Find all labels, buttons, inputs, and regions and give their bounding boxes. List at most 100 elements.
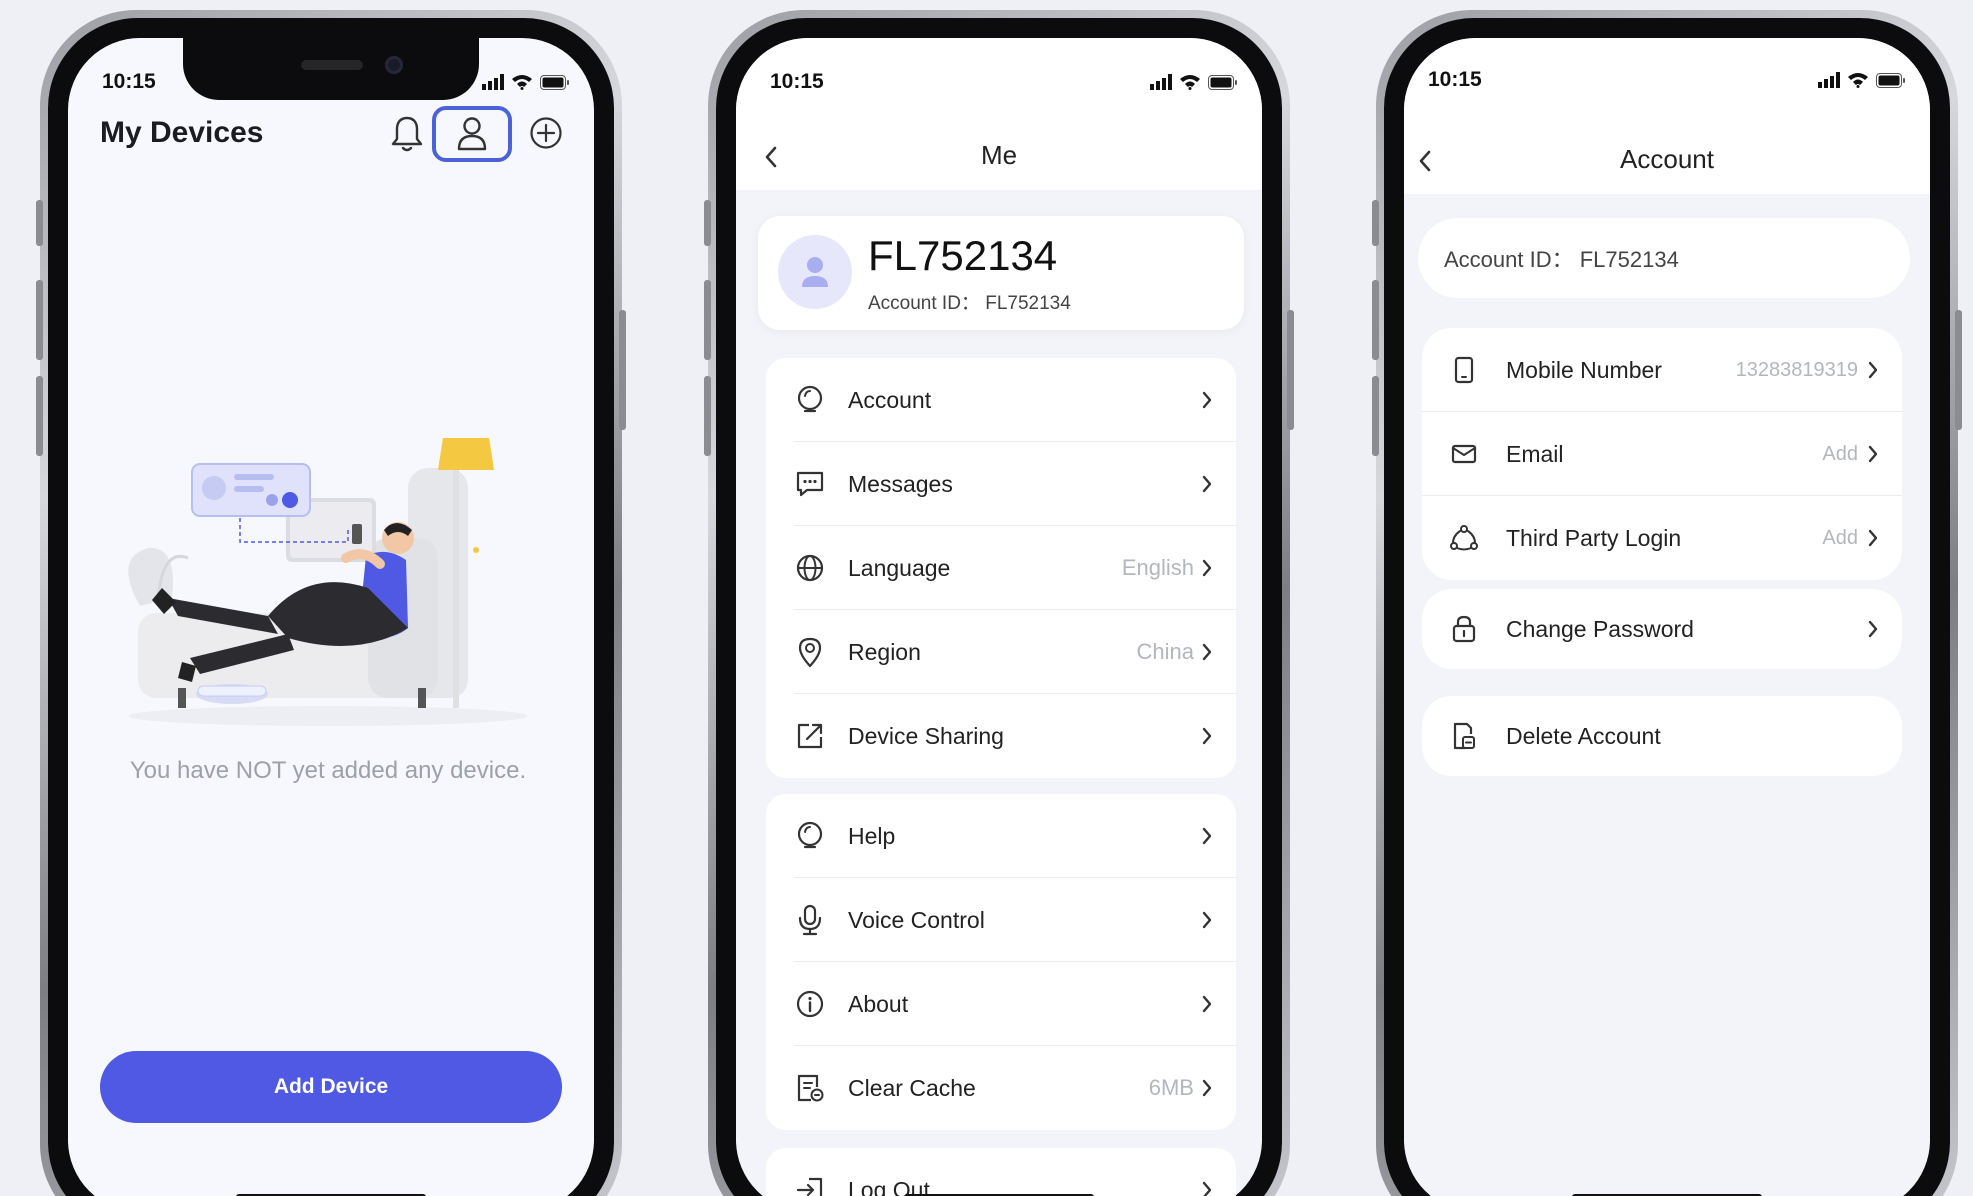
share-icon (797, 723, 823, 749)
menu-item-device-sharing[interactable]: Device Sharing (766, 694, 1236, 778)
info-icon (796, 990, 824, 1018)
account-screen: 10:15 Account Account ID： FL752134 Mobil… (1404, 38, 1930, 1196)
me-screen: 10:15 Me FL752134 Account ID： FL752134 A… (736, 38, 1262, 1196)
clear-cache-icon (797, 1074, 824, 1102)
battery-icon (540, 74, 569, 90)
status-time: 10:15 (770, 70, 824, 93)
signal-icon (1150, 74, 1172, 90)
my-devices-screen: 10:15 My Devices You have NOT yet added … (68, 38, 594, 1196)
status-bar: 10:15 (68, 68, 594, 98)
chevron-right-icon (1202, 1079, 1212, 1097)
chevron-right-icon (1868, 361, 1878, 379)
menu-item-third-party-login[interactable]: Third Party Login Add (1422, 496, 1902, 580)
menu-item-label: Language (848, 554, 951, 581)
add-device-button[interactable]: Add Device (100, 1051, 562, 1123)
bell-icon[interactable] (390, 115, 424, 153)
chevron-right-icon (1202, 727, 1212, 745)
menu-item-value: Add (1822, 442, 1858, 465)
delete-account-icon (1453, 722, 1475, 750)
chevron-right-icon (1202, 475, 1212, 493)
status-bar: 10:15 (736, 38, 1262, 116)
profile-card[interactable]: FL752134 Account ID： FL752134 (758, 216, 1244, 330)
menu-item-about[interactable]: About (766, 962, 1236, 1046)
location-pin-icon (798, 637, 822, 668)
menu-item-log-out[interactable]: Log Out (766, 1148, 1236, 1196)
wifi-icon (512, 75, 532, 90)
menu-item-mobile-number[interactable]: Mobile Number 13283819319 (1422, 328, 1902, 412)
menu-item-label: About (848, 990, 909, 1017)
help-bulb-icon (797, 821, 823, 849)
nav-title: Account (1620, 144, 1714, 174)
chevron-right-icon (1868, 529, 1878, 547)
menu-item-label: Account (848, 386, 932, 413)
phone-frame-my-devices: 10:15 My Devices You have NOT yet added … (36, 10, 626, 1196)
phone-frame-account: 10:15 Account Account ID： FL752134 Mobil… (1372, 10, 1962, 1196)
signal-icon (1818, 72, 1840, 88)
battery-icon (1876, 72, 1905, 88)
user-icon (457, 117, 487, 151)
lock-icon (1452, 615, 1476, 643)
menu-item-label: Messages (848, 470, 953, 497)
nav-title: Me (980, 140, 1018, 170)
chevron-right-icon (1202, 1181, 1212, 1196)
menu-item-label: Voice Control (848, 906, 985, 933)
change-password-group: Change Password (1422, 589, 1902, 669)
signal-icon (482, 74, 504, 90)
empty-devices-illustration (128, 438, 528, 726)
messages-icon (796, 471, 824, 497)
avatar (778, 235, 852, 309)
menu-item-help[interactable]: Help (766, 794, 1236, 878)
menu-item-delete-account[interactable]: Delete Account (1422, 696, 1902, 776)
menu-item-label: Third Party Login (1506, 524, 1682, 551)
settings-group-main: Account Messages Language English Region… (766, 358, 1236, 778)
microphone-icon (798, 904, 822, 936)
menu-item-value: English (1121, 555, 1194, 580)
menu-item-label: Mobile Number (1506, 356, 1662, 383)
menu-item-language[interactable]: Language English (766, 526, 1236, 610)
avatar-person-icon (802, 257, 828, 287)
chevron-right-icon (1202, 643, 1212, 661)
chevron-right-icon (1202, 995, 1212, 1013)
chevron-right-icon (1202, 827, 1212, 845)
chevron-right-icon (1202, 911, 1212, 929)
delete-account-group: Delete Account (1422, 696, 1902, 776)
chevron-right-icon (1202, 559, 1212, 577)
phone-icon (1454, 356, 1474, 384)
status-time: 10:15 (1428, 68, 1482, 91)
account-id-field: Account ID： FL752134 (1418, 218, 1910, 298)
menu-item-label: Clear Cache (848, 1074, 976, 1101)
nav-bar: Me (736, 116, 1262, 190)
menu-item-messages[interactable]: Messages (766, 442, 1236, 526)
menu-item-change-password[interactable]: Change Password (1422, 589, 1902, 669)
menu-item-label: Change Password (1506, 615, 1694, 642)
add-circle-icon[interactable] (529, 116, 563, 150)
menu-item-label: Email (1506, 440, 1564, 467)
menu-item-region[interactable]: Region China (766, 610, 1236, 694)
status-time: 10:15 (102, 70, 156, 93)
settings-group-logout: Log Out (766, 1148, 1236, 1196)
third-party-icon (1450, 525, 1478, 551)
menu-item-voice-control[interactable]: Voice Control (766, 878, 1236, 962)
phone-frame-me: 10:15 Me FL752134 Account ID： FL752134 A… (704, 10, 1294, 1196)
chevron-right-icon (1868, 620, 1878, 638)
menu-item-account[interactable]: Account (766, 358, 1236, 442)
wifi-icon (1180, 75, 1200, 90)
profile-account-id: Account ID： FL752134 (868, 293, 1071, 314)
settings-group-support: Help Voice Control About Clear Cache 6MB (766, 794, 1236, 1130)
profile-name: FL752134 (868, 232, 1058, 279)
menu-item-value: 13283819319 (1735, 358, 1858, 381)
nav-bar: Account (1404, 116, 1930, 194)
menu-item-email[interactable]: Email Add (1422, 412, 1902, 496)
menu-item-label: Help (848, 822, 896, 849)
globe-icon (796, 554, 824, 582)
menu-item-label: Device Sharing (848, 722, 1004, 749)
empty-state-text: You have NOT yet added any device. (129, 757, 527, 784)
menu-item-value: Add (1822, 526, 1858, 549)
menu-item-label: Region (848, 638, 921, 665)
menu-item-label: Delete Account (1506, 722, 1661, 749)
menu-item-value: 6MB (1148, 1075, 1194, 1100)
profile-button[interactable] (432, 106, 512, 162)
account-binding-group: Mobile Number 13283819319 Email Add Thir… (1422, 328, 1902, 580)
chevron-right-icon (1868, 445, 1878, 463)
menu-item-clear-cache[interactable]: Clear Cache 6MB (766, 1046, 1236, 1130)
